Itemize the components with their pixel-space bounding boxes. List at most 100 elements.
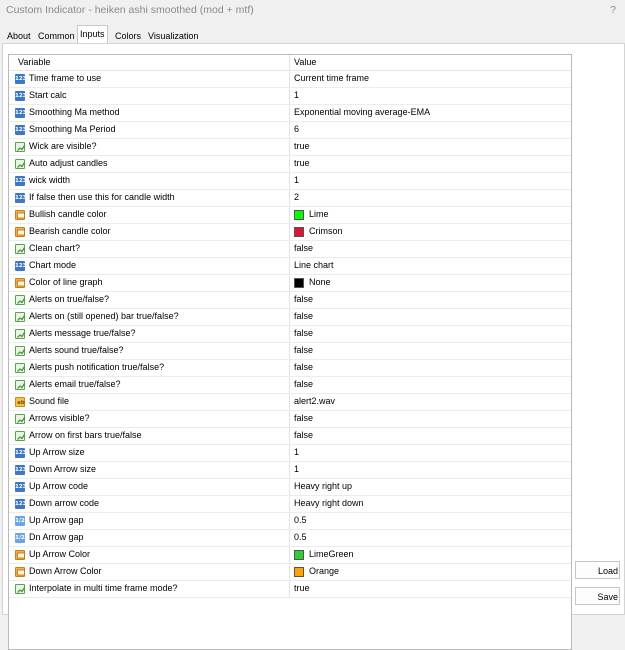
value-cell[interactable]: 1 — [294, 90, 299, 100]
table-row[interactable]: Arrow on first bars true/false false — [9, 428, 571, 445]
table-row[interactable]: 123 Up Arrow code Heavy right up — [9, 479, 571, 496]
table-row[interactable]: 123 Time frame to use Current time frame — [9, 71, 571, 88]
table-row[interactable]: Up Arrow Color LimeGreen — [9, 547, 571, 564]
value-cell[interactable]: false — [294, 430, 313, 440]
column-divider — [289, 88, 290, 104]
table-row[interactable]: 123 Smoothing Ma method Exponential moving… — [9, 105, 571, 122]
value-cell[interactable]: 2 — [294, 192, 299, 202]
table-row[interactable]: Alerts email true/false? false — [9, 377, 571, 394]
help-button[interactable]: ? — [610, 4, 616, 16]
int-icon: 123 — [15, 108, 26, 118]
table-row[interactable]: 123 Down Arrow size 1 — [9, 462, 571, 479]
tab-about[interactable]: About — [5, 29, 33, 43]
tab-visualization[interactable]: Visualization — [146, 29, 200, 43]
value-cell[interactable]: Heavy right down — [294, 498, 364, 508]
header-value[interactable]: Value — [294, 57, 316, 67]
value-cell[interactable]: 1 — [294, 175, 299, 185]
variable-name: If false then use this for candle width — [29, 192, 175, 202]
bool-icon — [15, 159, 26, 169]
int-icon: 123 — [15, 482, 26, 492]
table-row[interactable]: Color of line graph None — [9, 275, 571, 292]
bool-icon — [15, 329, 26, 339]
value-cell[interactable]: 1 — [294, 447, 299, 457]
table-row[interactable]: Alerts push notification true/false? fals… — [9, 360, 571, 377]
int-icon: 123 — [15, 91, 26, 101]
table-row[interactable]: Arrows visible? false — [9, 411, 571, 428]
table-row[interactable]: 123 Up Arrow size 1 — [9, 445, 571, 462]
value-cell[interactable]: LimeGreen — [309, 549, 354, 559]
value-cell[interactable]: 6 — [294, 124, 299, 134]
variable-name: Bearish candle color — [29, 226, 111, 236]
value-cell[interactable]: Crimson — [309, 226, 343, 236]
tab-inputs[interactable]: Inputs — [77, 25, 108, 44]
value-cell[interactable]: false — [294, 345, 313, 355]
color-icon — [15, 567, 25, 577]
table-row[interactable]: Wick are visible? true — [9, 139, 571, 156]
value-cell[interactable]: true — [294, 583, 310, 593]
table-row[interactable]: Auto adjust candles true — [9, 156, 571, 173]
variable-name: Up Arrow code — [29, 481, 89, 491]
color-swatch[interactable] — [294, 567, 304, 577]
tab-common[interactable]: Common — [36, 29, 77, 43]
header-variable[interactable]: Variable — [18, 57, 50, 67]
table-row[interactable]: 1/2 Up Arrow gap 0.5 — [9, 513, 571, 530]
column-divider — [289, 156, 290, 172]
value-cell[interactable]: false — [294, 311, 313, 321]
table-row[interactable]: Alerts sound true/false? false — [9, 343, 571, 360]
value-cell[interactable]: None — [309, 277, 331, 287]
color-swatch[interactable] — [294, 210, 304, 220]
value-cell[interactable]: alert2.wav — [294, 396, 335, 406]
table-row[interactable]: Bearish candle color Crimson — [9, 224, 571, 241]
variable-name: Arrows visible? — [29, 413, 90, 423]
table-row[interactable]: 123 Start calc 1 — [9, 88, 571, 105]
int-icon: 123 — [15, 193, 26, 203]
value-cell[interactable]: false — [294, 362, 313, 372]
table-row[interactable]: 123 Chart mode Line chart — [9, 258, 571, 275]
table-row[interactable]: 123 Down arrow code Heavy right down — [9, 496, 571, 513]
column-divider[interactable] — [289, 55, 290, 70]
table-row[interactable]: Down Arrow Color Orange — [9, 564, 571, 581]
save-button[interactable]: Save — [575, 587, 620, 605]
table-row[interactable]: Alerts on (still opened) bar true/false?… — [9, 309, 571, 326]
color-swatch[interactable] — [294, 550, 304, 560]
variable-name: Time frame to use — [29, 73, 102, 83]
value-cell[interactable]: Lime — [309, 209, 329, 219]
variable-name: Alerts email true/false? — [29, 379, 121, 389]
value-cell[interactable]: Exponential moving average-EMA — [294, 107, 430, 117]
table-row[interactable]: 1/2 Dn Arrow gap 0.5 — [9, 530, 571, 547]
variable-name: Wick are visible? — [29, 141, 97, 151]
column-divider — [289, 479, 290, 495]
table-row[interactable]: Bullish candle color Lime — [9, 207, 571, 224]
tab-bar: About Common Inputs Colors Visualization — [0, 25, 625, 44]
color-swatch[interactable] — [294, 278, 304, 288]
table-row[interactable]: 123 wick width 1 — [9, 173, 571, 190]
value-cell[interactable]: 1 — [294, 464, 299, 474]
value-cell[interactable]: false — [294, 294, 313, 304]
value-cell[interactable]: 0.5 — [294, 532, 307, 542]
load-button[interactable]: Load — [575, 561, 620, 579]
tab-colors[interactable]: Colors — [113, 29, 143, 43]
table-row[interactable]: Alerts on true/false? false — [9, 292, 571, 309]
table-row[interactable]: 123 If false then use this for candle wid… — [9, 190, 571, 207]
value-cell[interactable]: false — [294, 379, 313, 389]
color-swatch[interactable] — [294, 227, 304, 237]
bool-icon — [15, 142, 26, 152]
table-row[interactable]: ab Sound file alert2.wav — [9, 394, 571, 411]
table-row[interactable]: Clean chart? false — [9, 241, 571, 258]
value-cell[interactable]: 0.5 — [294, 515, 307, 525]
value-cell[interactable]: Current time frame — [294, 73, 369, 83]
value-cell[interactable]: false — [294, 243, 313, 253]
value-cell[interactable]: Line chart — [294, 260, 334, 270]
value-cell[interactable]: false — [294, 328, 313, 338]
value-cell[interactable]: Orange — [309, 566, 339, 576]
variable-name: Auto adjust candles — [29, 158, 108, 168]
value-cell[interactable]: Heavy right up — [294, 481, 352, 491]
value-cell[interactable]: false — [294, 413, 313, 423]
table-row[interactable]: Interpolate in multi time frame mode? tru… — [9, 581, 571, 598]
value-cell[interactable]: true — [294, 158, 310, 168]
table-row[interactable]: 123 Smoothing Ma Period 6 — [9, 122, 571, 139]
table-row[interactable]: Alerts message true/false? false — [9, 326, 571, 343]
column-divider — [289, 275, 290, 291]
value-cell[interactable]: true — [294, 141, 310, 151]
bool-icon — [15, 244, 26, 254]
